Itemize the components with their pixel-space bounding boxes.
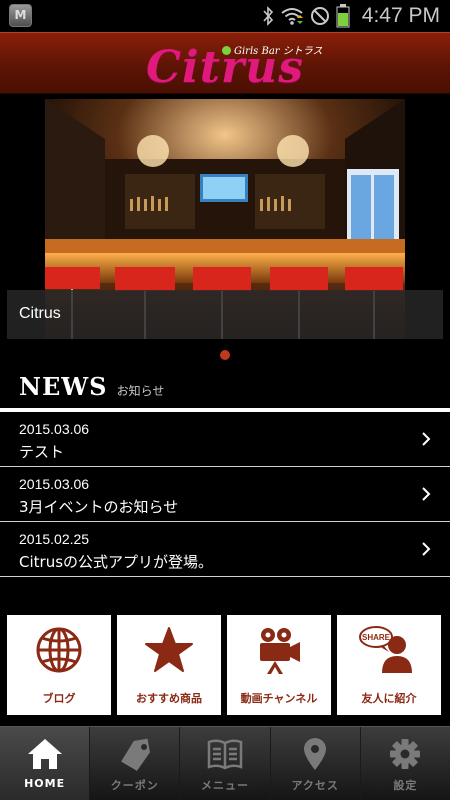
tab-settings[interactable]: 設定 bbox=[361, 727, 450, 800]
tile-share-friends[interactable]: SHARE 友人に紹介 bbox=[337, 615, 441, 715]
battery-icon bbox=[336, 4, 350, 28]
coupon-tag-icon bbox=[120, 738, 150, 771]
menu-book-icon bbox=[207, 739, 243, 770]
status-bar: M 4:47 PM bbox=[0, 0, 450, 32]
news-item[interactable]: 2015.02.25 Citrusの公式アプリが登場。 bbox=[0, 522, 450, 577]
globe-icon bbox=[36, 627, 82, 673]
carousel-page-indicator[interactable] bbox=[220, 350, 230, 360]
no-signal-icon bbox=[310, 7, 329, 25]
bottom-tab-bar: HOME クーポン メニュー アクセス 設定 bbox=[0, 726, 450, 800]
tab-label: メニュー bbox=[201, 779, 249, 792]
tab-menu[interactable]: メニュー bbox=[180, 727, 271, 800]
home-icon bbox=[27, 739, 62, 769]
tab-label: アクセス bbox=[291, 779, 339, 792]
news-date: 2015.03.06 bbox=[19, 421, 90, 437]
tab-access[interactable]: アクセス bbox=[271, 727, 361, 800]
wifi-icon bbox=[281, 8, 303, 25]
news-item[interactable]: 2015.03.06 テスト bbox=[0, 412, 450, 467]
tile-label: 友人に紹介 bbox=[361, 692, 417, 705]
map-pin-icon bbox=[304, 738, 327, 770]
news-item[interactable]: 2015.03.06 3月イベントのお知らせ bbox=[0, 467, 450, 522]
news-subtitle: お知らせ bbox=[116, 384, 165, 398]
tile-label: おすすめ商品 bbox=[136, 692, 202, 705]
chevron-right-icon bbox=[422, 432, 431, 446]
bluetooth-icon bbox=[263, 6, 273, 26]
star-icon bbox=[145, 627, 193, 672]
app-header: Girls Bar シトラス Citrus bbox=[0, 32, 450, 94]
news-text: 3月イベントのお知らせ bbox=[19, 498, 179, 516]
feature-tiles: ブログ おすすめ商品 動画チャンネル SHARE 友人に紹介 bbox=[7, 615, 443, 715]
video-camera-icon bbox=[260, 628, 300, 674]
tile-recommended[interactable]: おすすめ商品 bbox=[117, 615, 221, 715]
status-icons: 4:47 PM bbox=[262, 0, 440, 32]
svg-text:SHARE: SHARE bbox=[362, 633, 391, 642]
tab-coupon[interactable]: クーポン bbox=[90, 727, 181, 800]
security-app-icon: M bbox=[9, 4, 32, 27]
tile-label: 動画チャンネル bbox=[240, 692, 318, 705]
tile-video-channel[interactable]: 動画チャンネル bbox=[227, 615, 331, 715]
chevron-right-icon bbox=[422, 487, 431, 501]
tab-label: クーポン bbox=[110, 779, 159, 792]
news-title: NEWS bbox=[19, 372, 108, 401]
status-time: 4:47 PM bbox=[361, 4, 440, 27]
gear-icon bbox=[390, 739, 421, 769]
news-list: 2015.03.06 テスト 2015.03.06 3月イベントのお知らせ 20… bbox=[0, 412, 450, 577]
tile-label: ブログ bbox=[42, 692, 76, 705]
hero-caption: Citrus bbox=[7, 290, 443, 339]
chevron-right-icon bbox=[422, 542, 431, 556]
news-heading: NEWS お知らせ bbox=[19, 372, 164, 402]
tile-blog[interactable]: ブログ bbox=[7, 615, 111, 715]
tab-label: 設定 bbox=[393, 779, 418, 792]
tab-label: HOME bbox=[24, 777, 66, 790]
news-date: 2015.03.06 bbox=[19, 476, 90, 492]
tab-home[interactable]: HOME bbox=[0, 727, 91, 800]
share-person-icon: SHARE bbox=[359, 626, 412, 673]
news-text: テスト bbox=[19, 443, 65, 461]
logo: Citrus bbox=[145, 42, 304, 93]
news-text: Citrusの公式アプリが登場。 bbox=[19, 553, 214, 571]
news-date: 2015.02.25 bbox=[19, 531, 90, 547]
